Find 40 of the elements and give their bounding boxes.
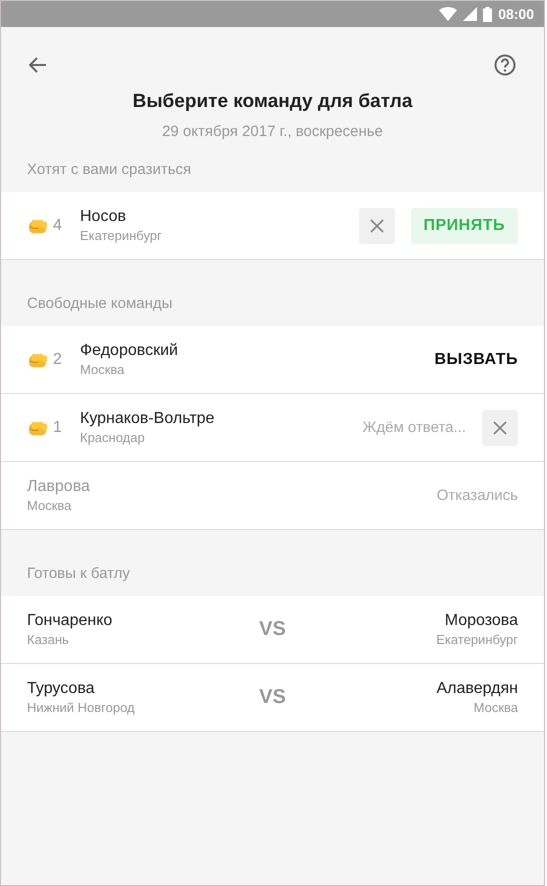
challenge-button[interactable]: ВЫЗВАТЬ [434, 350, 518, 368]
status-text: Отказались [436, 487, 518, 504]
battle-count: 1 [53, 418, 62, 436]
team-name: Алавердян [436, 680, 518, 698]
versus-label: VS [259, 686, 286, 709]
close-icon [370, 218, 384, 232]
team-name: Морозова [444, 612, 518, 630]
section-header: Хотят с вами сразиться [27, 161, 192, 178]
team-city: Москва [27, 498, 72, 513]
fist-icon [27, 350, 49, 368]
team-name: Федоровский [80, 342, 179, 360]
team-city: Екатеринбург [80, 228, 163, 243]
team-city: Краснодар [80, 430, 146, 445]
team-name: Турусова [27, 680, 96, 698]
signal-icon [463, 7, 478, 21]
section-header: Готовы к батлу [27, 565, 130, 582]
page-title: Выберите команду для батла [132, 91, 414, 113]
page-date: 29 октября 2017 г., воскресенье [161, 123, 384, 140]
team-name: Носов [80, 208, 128, 226]
team-city: Москва [80, 362, 126, 377]
section-header: Свободные команды [27, 295, 172, 312]
battle-count: 2 [53, 350, 62, 368]
close-icon [493, 420, 507, 434]
fist-icon [27, 418, 49, 436]
status-text: Ждём ответа... [362, 419, 466, 436]
team-city: Нижний Новгород [27, 700, 136, 715]
status-time: 08:00 [498, 6, 534, 22]
wifi-icon [439, 7, 458, 21]
team-name: Курнаков-Вольтре [80, 410, 216, 428]
team-city: Екатеринбург [436, 632, 518, 647]
battery-icon [483, 6, 492, 22]
team-city: Москва [474, 700, 518, 715]
decline-button[interactable] [358, 208, 394, 244]
team-name: Гончаренко [27, 612, 114, 630]
team-city: Казань [27, 632, 70, 647]
team-name: Лаврова [27, 478, 91, 496]
fist-icon [27, 216, 49, 234]
cancel-button[interactable] [482, 410, 518, 446]
battle-count: 4 [53, 216, 62, 234]
versus-label: VS [259, 618, 286, 641]
